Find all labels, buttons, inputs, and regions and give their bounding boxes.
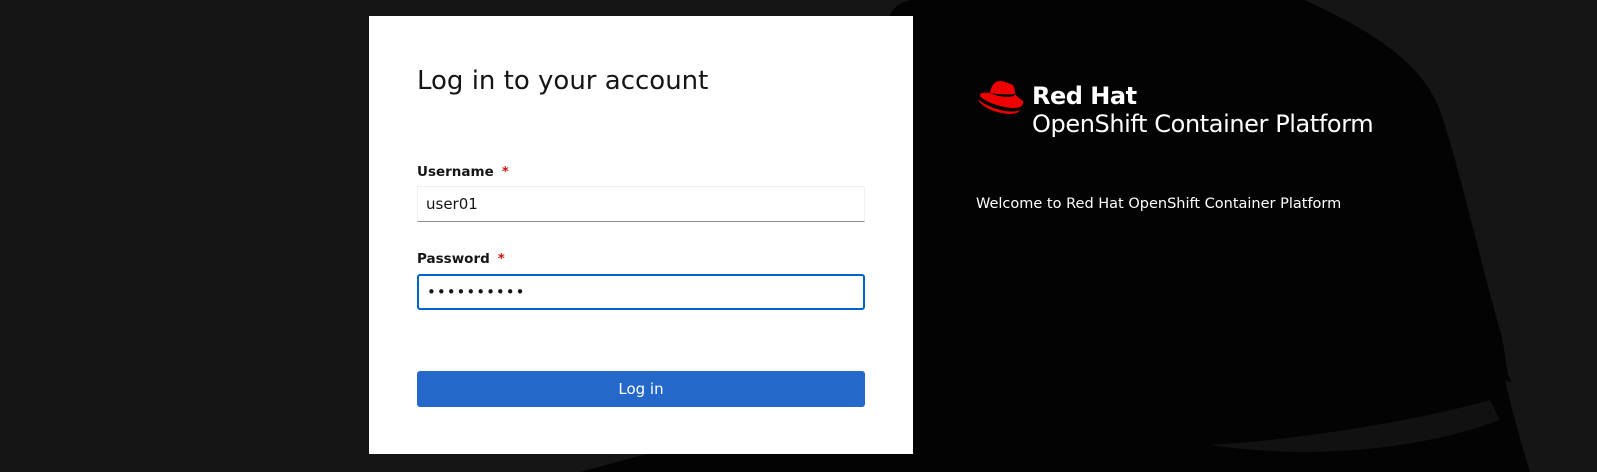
- username-label: Username *: [417, 164, 509, 180]
- brand-name: Red Hat: [1032, 82, 1137, 110]
- password-label-text: Password: [417, 251, 490, 267]
- login-page: Log in to your account Username * Passwor…: [0, 0, 1597, 472]
- redhat-fedora-icon: [978, 81, 1024, 114]
- product-name: OpenShift Container Platform: [1032, 110, 1374, 138]
- login-title: Log in to your account: [417, 66, 709, 96]
- username-input[interactable]: [417, 186, 865, 222]
- login-button[interactable]: Log in: [417, 371, 865, 407]
- username-required-marker: *: [501, 164, 509, 180]
- username-label-text: Username: [417, 164, 494, 180]
- password-required-marker: *: [497, 251, 505, 267]
- product-name-suffix: Container Platform: [1154, 110, 1374, 138]
- product-name-openshift: OpenShift: [1032, 110, 1148, 138]
- password-label: Password *: [417, 251, 505, 267]
- login-card: Log in to your account Username * Passwor…: [369, 16, 913, 454]
- password-input[interactable]: [417, 274, 865, 310]
- welcome-message: Welcome to Red Hat OpenShift Container P…: [976, 196, 1342, 212]
